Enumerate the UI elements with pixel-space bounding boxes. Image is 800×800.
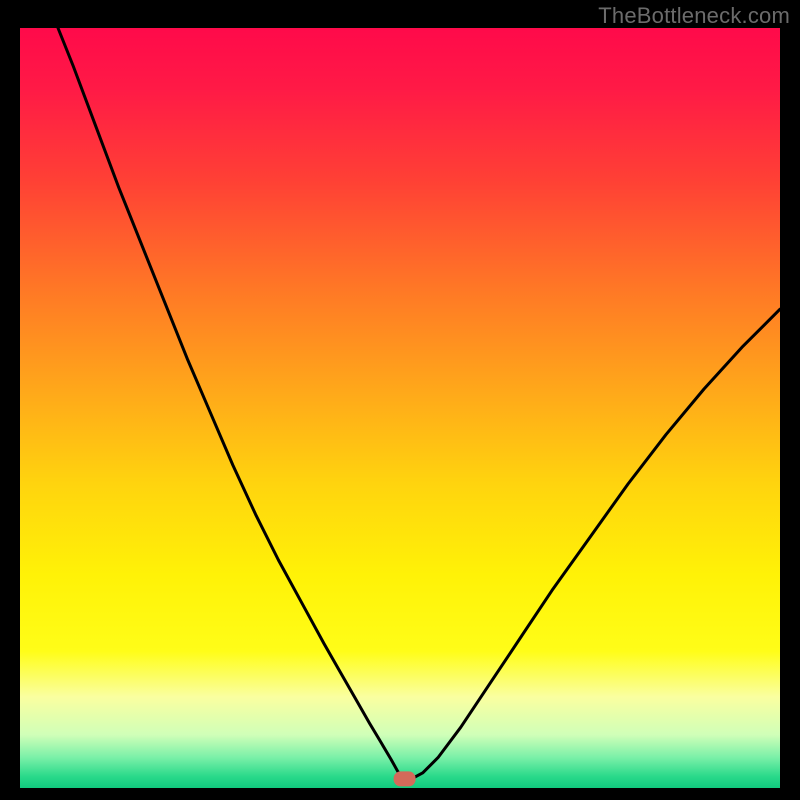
watermark-label: TheBottleneck.com bbox=[598, 3, 790, 29]
chart-container: TheBottleneck.com bbox=[0, 0, 800, 800]
optimal-point-marker bbox=[394, 771, 416, 786]
gradient-background bbox=[20, 28, 780, 788]
bottleneck-chart bbox=[0, 0, 800, 800]
